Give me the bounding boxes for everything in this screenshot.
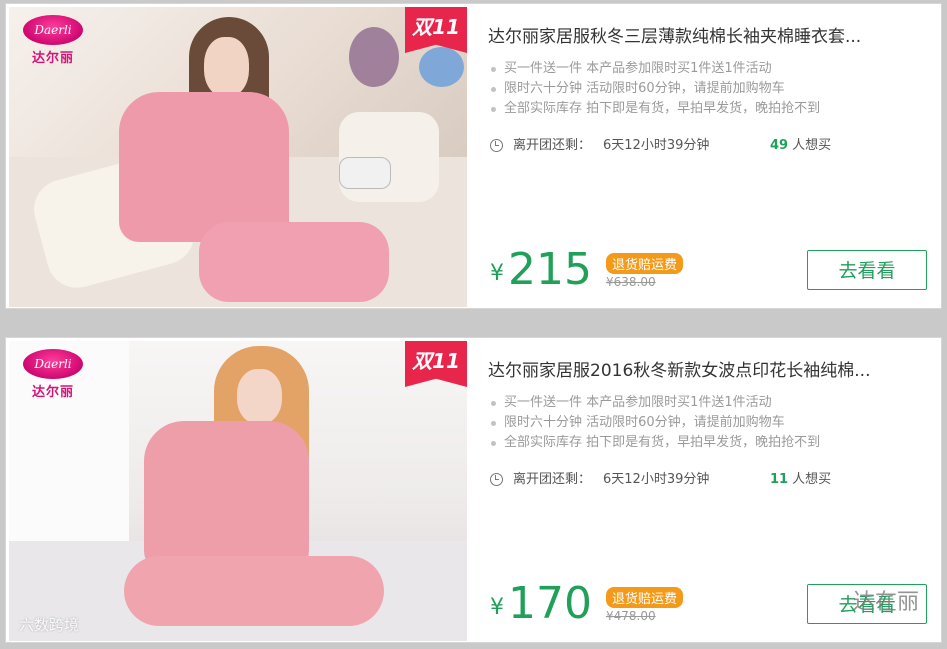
want-label: 人想买: [792, 138, 832, 153]
currency-symbol: ¥: [490, 595, 504, 620]
product-info: 达尔丽家居服2016秋冬新款女波点印花长袖纯棉... 买一件送一件 本产品参加限…: [488, 338, 941, 642]
return-shipping-badge: 退货赔运费: [606, 253, 684, 274]
timer-value: 6天12小时39分钟: [603, 138, 710, 153]
brand-logo-en: Daerli: [23, 15, 83, 45]
product-image[interactable]: Daerli 达尔丽 双11 六数跨境: [9, 341, 467, 641]
original-price: ¥638.00: [606, 275, 656, 289]
product-card[interactable]: Daerli 达尔丽 双11 六数跨境 达尔丽家居服2016秋冬新款女波点印花长…: [5, 337, 942, 643]
return-shipping-badge: 退货赔运费: [606, 587, 684, 608]
timer-value: 6天12小时39分钟: [603, 472, 710, 487]
timer-label: 离开团还剩：: [513, 138, 592, 153]
group-timer: 离开团还剩： 6天12小时39分钟: [490, 134, 709, 153]
view-product-button[interactable]: 去看看: [807, 250, 927, 290]
product-info: 达尔丽家居服秋冬三层薄款纯棉长袖夹棉睡衣套... 买一件送一件 本产品参加限时买…: [488, 4, 941, 308]
original-price: ¥478.00: [606, 609, 656, 623]
promo-item: 买一件送一件 本产品参加限时买1件送1件活动: [488, 393, 820, 413]
timer-label: 离开团还剩：: [513, 472, 592, 487]
want-number: 11: [770, 472, 789, 487]
want-number: 49: [770, 138, 789, 153]
watermark-text: 达在丽: [852, 590, 919, 615]
want-count: 11 人想买: [770, 468, 831, 487]
double-11-badge: 双11: [405, 341, 467, 387]
brand-logo: Daerli 达尔丽: [21, 15, 85, 75]
phone-shape: [339, 157, 391, 189]
promo-list: 买一件送一件 本产品参加限时买1件送1件活动 限时六十分钟 活动限时60分钟，请…: [488, 393, 820, 453]
product-title[interactable]: 达尔丽家居服2016秋冬新款女波点印花长袖纯棉...: [488, 356, 928, 381]
promo-item: 买一件送一件 本产品参加限时买1件送1件活动: [488, 59, 820, 79]
pajama-top-shape: [119, 92, 289, 242]
brand-logo-en: Daerli: [23, 349, 83, 379]
pajama-pants-shape: [124, 556, 384, 626]
price-amount: 215: [508, 244, 592, 295]
promo-item: 限时六十分钟 活动限时60分钟，请提前加购物车: [488, 79, 820, 99]
brand-logo: Daerli 达尔丽: [21, 349, 85, 409]
double-11-badge: 双11: [405, 7, 467, 53]
face-shape: [237, 369, 282, 424]
sale-price: ¥215: [490, 244, 592, 295]
brand-logo-cn: 达尔丽: [31, 385, 74, 400]
promo-item: 全部实际库存 拍下即是有货，早拍早发货，晚拍抢不到: [488, 433, 820, 453]
promo-item: 全部实际库存 拍下即是有货，早拍早发货，晚拍抢不到: [488, 99, 820, 119]
price-amount: 170: [508, 578, 592, 629]
group-timer: 离开团还剩： 6天12小时39分钟: [490, 468, 709, 487]
product-list: Daerli 达尔丽 双11 达尔丽家居服秋冬三层薄款纯棉长袖夹棉睡衣套... …: [0, 0, 947, 649]
brand-logo-cn: 达尔丽: [31, 51, 74, 66]
product-title[interactable]: 达尔丽家居服秋冬三层薄款纯棉长袖夹棉睡衣套...: [488, 22, 928, 47]
sale-price: ¥170: [490, 578, 592, 629]
watermark-text: 六数跨境: [19, 616, 80, 634]
pajama-top-shape: [144, 421, 309, 571]
pajama-pants-shape: [199, 222, 389, 302]
blue-flower-shape: [419, 47, 464, 87]
want-label: 人想买: [792, 472, 832, 487]
face-shape: [204, 37, 249, 97]
currency-symbol: ¥: [490, 261, 504, 286]
clock-icon: [490, 473, 503, 486]
promo-list: 买一件送一件 本产品参加限时买1件送1件活动 限时六十分钟 活动限时60分钟，请…: [488, 59, 820, 119]
flower-vase-shape: [349, 27, 399, 87]
clock-icon: [490, 139, 503, 152]
product-image[interactable]: Daerli 达尔丽 双11: [9, 7, 467, 307]
promo-item: 限时六十分钟 活动限时60分钟，请提前加购物车: [488, 413, 820, 433]
want-count: 49 人想买: [770, 134, 831, 153]
product-card[interactable]: Daerli 达尔丽 双11 达尔丽家居服秋冬三层薄款纯棉长袖夹棉睡衣套... …: [5, 3, 942, 309]
